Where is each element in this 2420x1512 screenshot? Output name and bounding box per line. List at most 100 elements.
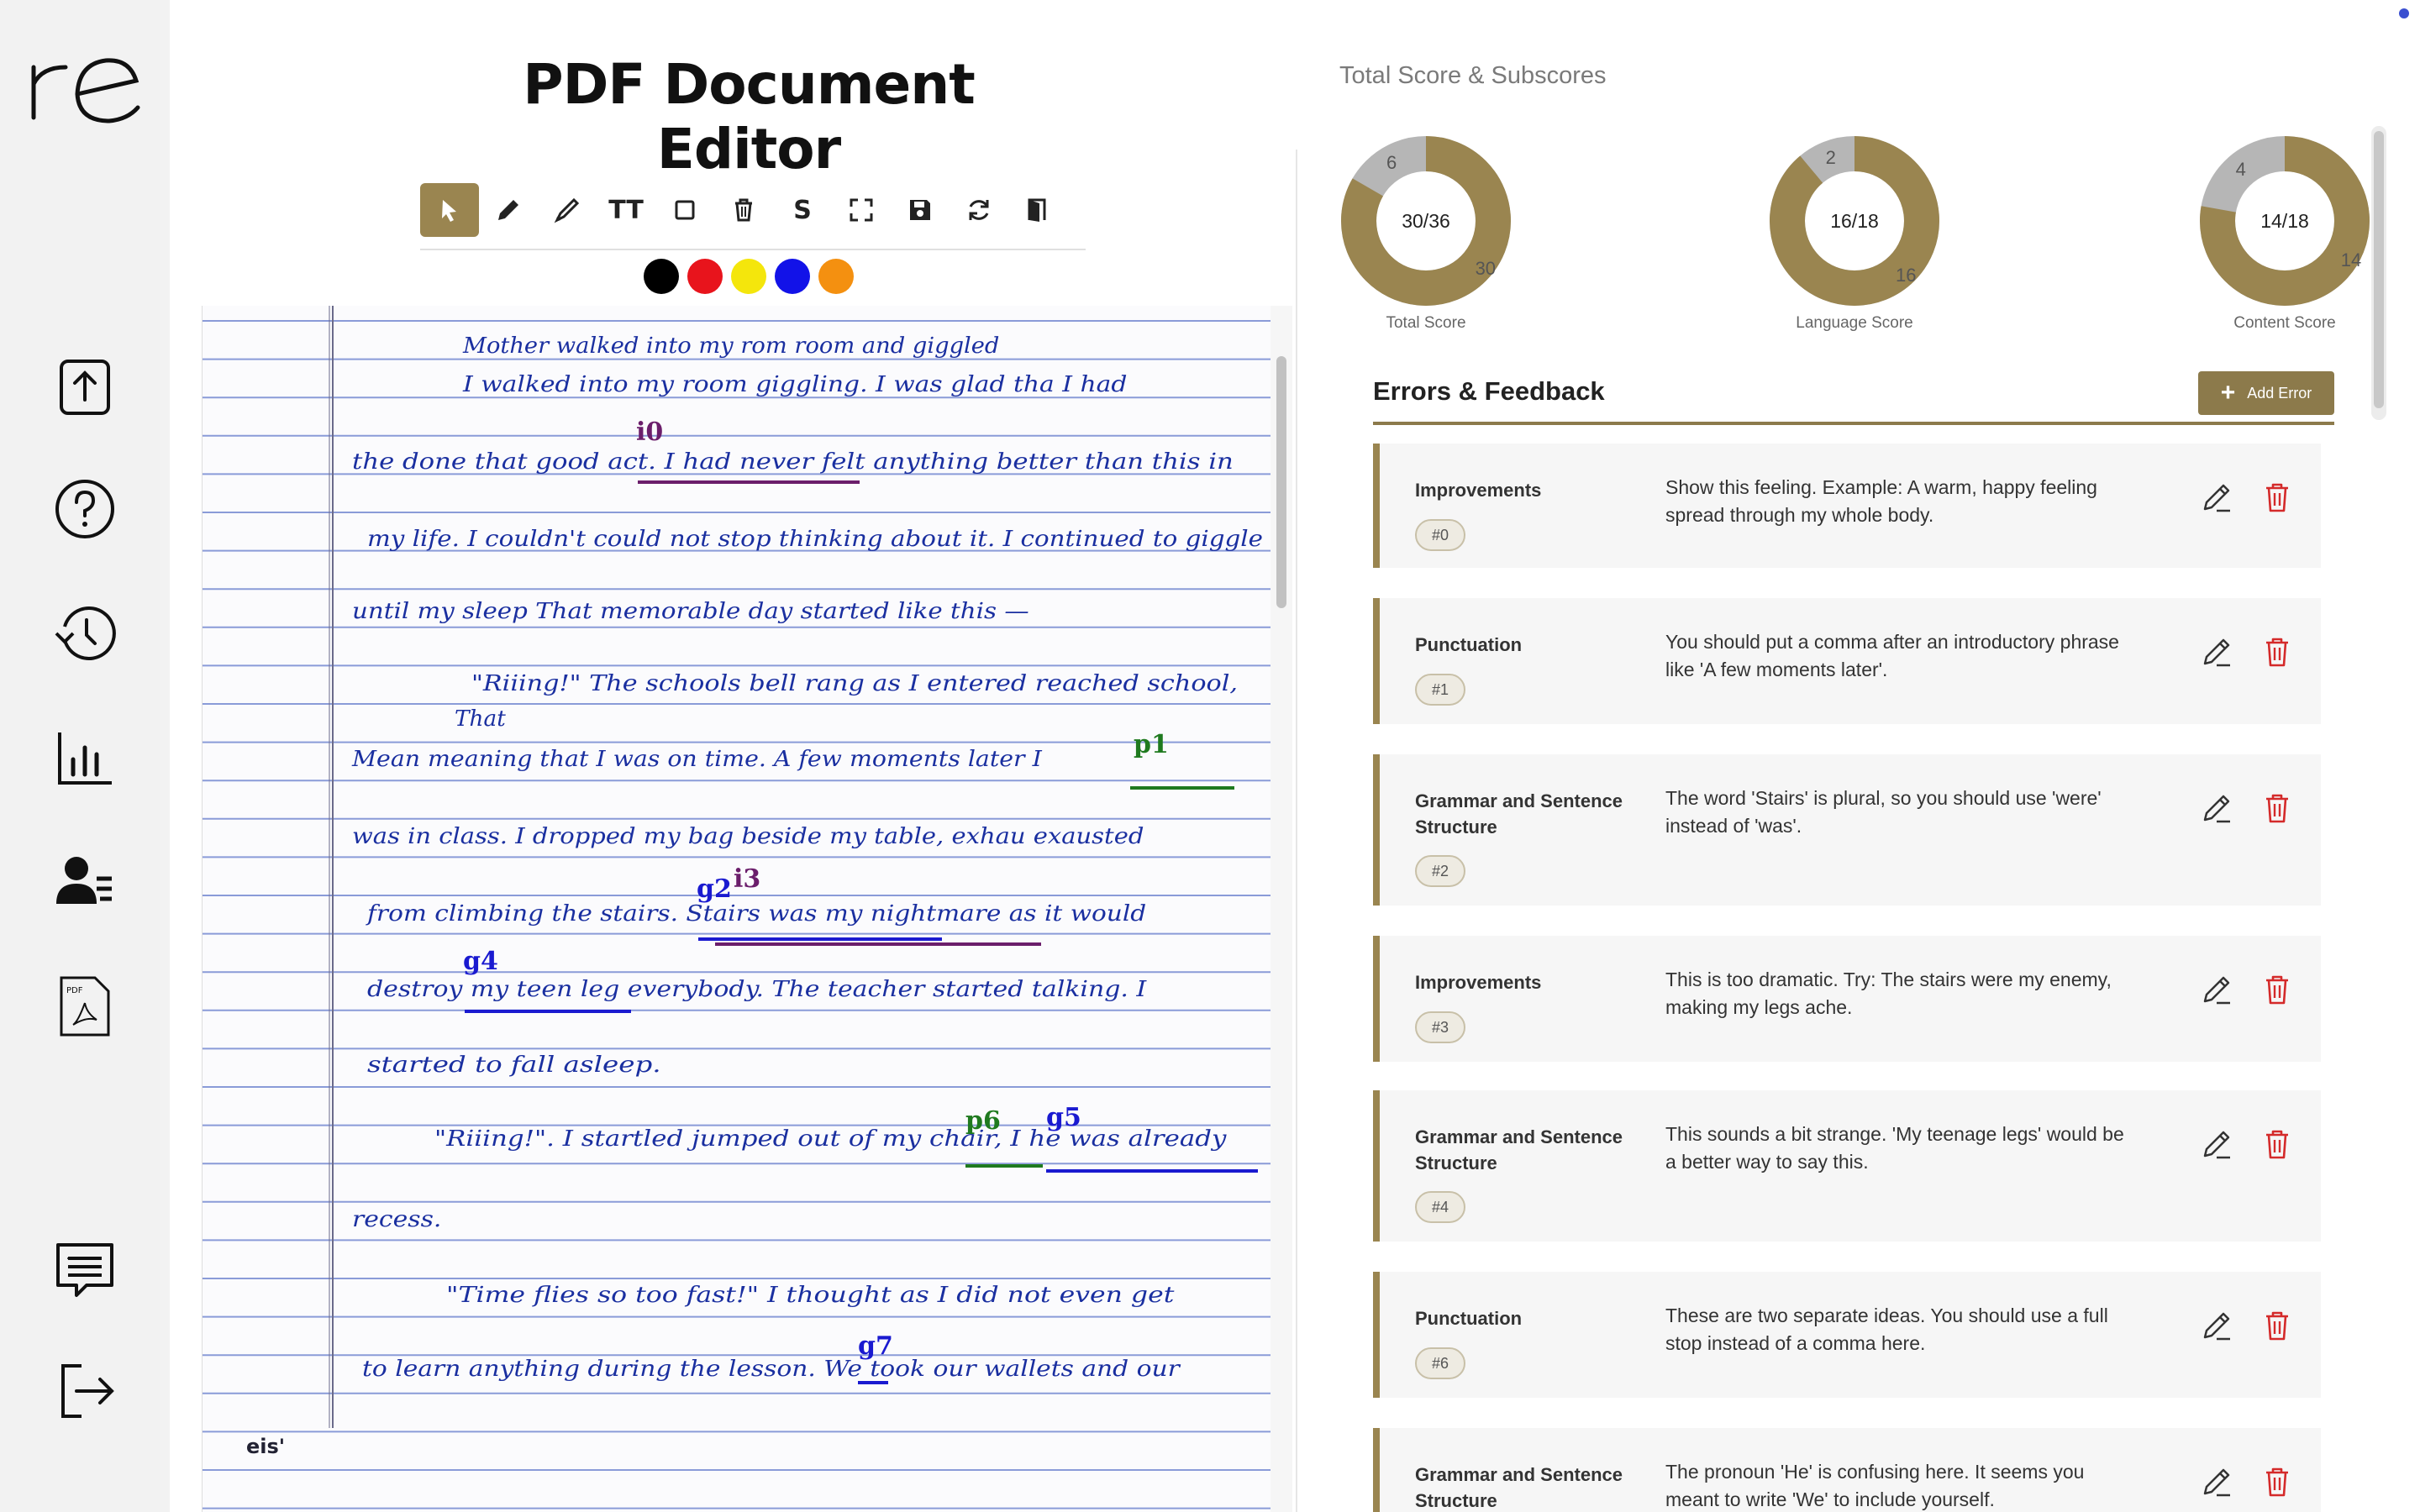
edit-feedback-button[interactable]	[2198, 1126, 2235, 1163]
donut-label: Total Score	[1386, 314, 1466, 332]
annotation-marker[interactable]: i0	[636, 417, 663, 447]
color-red-swatch[interactable]	[687, 259, 723, 294]
feedback-title: Errors & Feedback	[1373, 376, 1605, 406]
feedback-button[interactable]	[43, 1228, 127, 1312]
annotation-marker[interactable]: i3	[734, 864, 760, 894]
help-icon	[55, 480, 114, 538]
upload-button[interactable]	[43, 343, 127, 427]
color-orange-swatch[interactable]	[818, 259, 854, 294]
rectangle-icon	[675, 200, 695, 220]
refresh-tool-button[interactable]	[950, 183, 1008, 237]
feedback-divider	[1373, 422, 2334, 425]
annotation-marker[interactable]: g5	[1046, 1103, 1081, 1132]
delete-feedback-button[interactable]	[2259, 971, 2296, 1008]
feedback-card: Grammar and Sentence Structure #4 This sou…	[1373, 1090, 2321, 1242]
users-icon	[56, 857, 112, 904]
help-button[interactable]	[43, 467, 127, 551]
trash-icon	[2266, 1311, 2288, 1341]
donut-remaining-label: 6	[1386, 151, 1397, 173]
panel-scroll-thumb[interactable]	[2374, 131, 2384, 408]
annotation-marker[interactable]: g7	[858, 1331, 893, 1361]
pencil-icon	[2203, 795, 2230, 823]
column-divider	[1296, 150, 1297, 1512]
feedback-badge: #0	[1415, 519, 1465, 551]
pencil-icon	[2203, 1131, 2230, 1159]
score-donut: 16/18 2 16	[1768, 134, 1941, 307]
analytics-button[interactable]	[43, 716, 127, 800]
annotation-marker[interactable]: g4	[463, 947, 498, 976]
pdf-icon: PDF	[60, 976, 110, 1037]
edit-feedback-button[interactable]	[2198, 790, 2235, 827]
handwritten-line: "Time flies so too fast!" I thought as I…	[446, 1283, 1175, 1308]
trash-icon	[2266, 1467, 2288, 1497]
toolbar-divider	[420, 249, 1086, 250]
color-palette	[644, 259, 854, 294]
feedback-text: Show this feeling. Example: A warm, happ…	[1665, 476, 2097, 526]
color-black-swatch[interactable]	[644, 259, 679, 294]
handwritten-line: from climbing the stairs. Stairs was my …	[366, 901, 1146, 927]
delete-feedback-button[interactable]	[2259, 1126, 2296, 1163]
annotation-marker[interactable]: p6	[965, 1106, 1001, 1136]
text-size-tool-button[interactable]: TT	[597, 183, 655, 237]
feedback-text: This is too dramatic. Try: The stairs we…	[1665, 969, 2112, 1018]
delete-tool-button[interactable]	[714, 183, 773, 237]
paper-brand: eis'	[246, 1435, 285, 1458]
strike-icon: S	[793, 195, 812, 225]
pdf-button[interactable]: PDF	[43, 964, 127, 1048]
highlighter-tool-button[interactable]	[538, 183, 597, 237]
add-error-label: Add Error	[2247, 384, 2312, 402]
delete-feedback-button[interactable]	[2259, 1307, 2296, 1344]
app-logo[interactable]	[25, 34, 151, 134]
logout-button[interactable]	[43, 1349, 127, 1433]
pencil-icon	[2203, 1468, 2230, 1497]
feedback-text: You should put a comma after an introduc…	[1665, 631, 2119, 680]
handwritten-line: recess.	[352, 1207, 441, 1232]
document-scroll-thumb[interactable]	[1276, 356, 1286, 608]
donut-remaining-label: 4	[2235, 158, 2246, 180]
history-icon	[55, 606, 116, 660]
exit-tool-button[interactable]	[1008, 183, 1067, 237]
feedback-category: Grammar and Sentence Structure	[1415, 1126, 1623, 1173]
select-tool-button[interactable]	[420, 183, 479, 237]
handwritten-line: "Riiing!" The schools bell rang as I ent…	[471, 671, 1238, 696]
trash-icon	[2266, 794, 2288, 823]
trash-icon	[735, 198, 752, 222]
users-button[interactable]	[43, 840, 127, 924]
edit-feedback-button[interactable]	[2198, 1463, 2235, 1500]
pdf-canvas[interactable]: Mother walked into my rom room and giggl…	[202, 306, 1272, 1512]
feedback-card: Improvements #3 This is too dramatic. Try:…	[1373, 936, 2321, 1062]
save-tool-button[interactable]	[891, 183, 950, 237]
delete-feedback-button[interactable]	[2259, 633, 2296, 670]
feedback-text: This sounds a bit strange. 'My teenage l…	[1665, 1123, 2124, 1173]
score-donut: 14/18 4 14	[2198, 134, 2371, 307]
feedback-icon	[56, 1243, 113, 1297]
edit-feedback-button[interactable]	[2198, 633, 2235, 670]
strike-tool-button[interactable]: S	[773, 183, 832, 237]
handwritten-line: started to fall asleep.	[367, 1053, 661, 1078]
refresh-icon	[969, 200, 989, 220]
edit-feedback-button[interactable]	[2198, 1307, 2235, 1344]
add-error-button[interactable]: + Add Error	[2198, 371, 2334, 415]
delete-feedback-button[interactable]	[2259, 479, 2296, 516]
history-button[interactable]	[43, 591, 127, 675]
annotation-marker[interactable]: p1	[1134, 730, 1169, 759]
analytics-icon	[58, 732, 112, 785]
color-blue-swatch[interactable]	[775, 259, 810, 294]
color-yellow-swatch[interactable]	[731, 259, 766, 294]
feedback-text: These are two separate ideas. You should…	[1665, 1305, 2108, 1354]
sidebar: PDF	[0, 0, 170, 1512]
edit-feedback-button[interactable]	[2198, 971, 2235, 1008]
delete-feedback-button[interactable]	[2259, 790, 2296, 827]
edit-feedback-button[interactable]	[2198, 479, 2235, 516]
feedback-card: Punctuation #6 These are two separate idea…	[1373, 1272, 2321, 1398]
rectangle-tool-button[interactable]	[655, 183, 714, 237]
fullscreen-tool-button[interactable]	[832, 183, 891, 237]
handwritten-line: I walked into my room giggling. I was gl…	[462, 372, 1128, 397]
pencil-icon	[2203, 484, 2230, 512]
pen-tool-button[interactable]	[479, 183, 538, 237]
delete-feedback-button[interactable]	[2259, 1463, 2296, 1500]
pencil-icon	[2203, 1312, 2230, 1341]
feedback-category: Punctuation	[1415, 634, 1523, 655]
feedback-badge: #3	[1415, 1011, 1465, 1043]
annotation-marker[interactable]: g2	[697, 874, 732, 904]
